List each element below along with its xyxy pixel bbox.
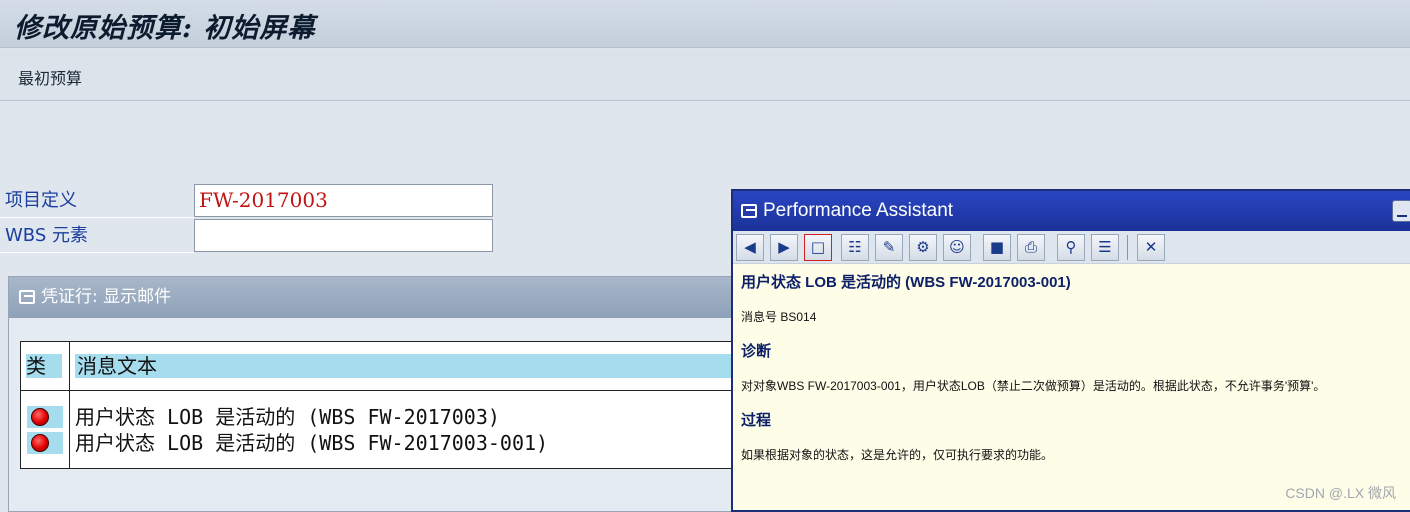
project-definition-label: 项目定义 <box>0 184 194 218</box>
original-budget-button[interactable]: 最初预算 <box>18 65 82 89</box>
window-icon <box>741 204 757 218</box>
project-definition-input[interactable]: FW-2017003 <box>194 184 493 217</box>
assistant-title: Performance Assistant <box>763 200 954 221</box>
back-arrow-icon[interactable]: ◀ <box>736 234 764 261</box>
toolbar-separator <box>1127 235 1128 260</box>
table-header: 类 消息文本 <box>21 354 740 378</box>
diagnosis-text: 对对象WBS FW-2017003-001，用户状态LOB（禁止二次做预算）是活… <box>741 379 1326 393</box>
close-icon[interactable]: ✕ <box>1137 234 1165 261</box>
watermark: CSDN @.LX 微风 <box>1285 485 1396 501</box>
tree-icon[interactable]: ☷ <box>841 234 869 261</box>
edit-icon[interactable]: ✎ <box>875 234 903 261</box>
column-header-message[interactable]: 消息文本 <box>75 354 740 378</box>
message-log-panel: 凭证行: 显示邮件 类 消息文本 用户状态 LOB 是活动的 (WBS FW-2… <box>8 276 740 512</box>
message-text: 用户状态 LOB 是活动的 (WBS FW-2017003) <box>75 405 500 429</box>
message-table: 类 消息文本 用户状态 LOB 是活动的 (WBS FW-2017003) 用户… <box>20 341 740 469</box>
table-row[interactable]: 用户状态 LOB 是活动的 (WBS FW-2017003-001) <box>21 431 740 455</box>
page-title: 修改原始预算: 初始屏幕 <box>14 13 316 44</box>
technical-info-icon[interactable]: ⚙ <box>909 234 937 261</box>
log-panel-title-bar: 凭证行: 显示邮件 <box>9 277 737 318</box>
book-icon[interactable]: □ <box>804 234 832 261</box>
minimize-button[interactable] <box>1392 200 1410 222</box>
title-bar: 修改原始预算: 初始屏幕 <box>0 0 1410 48</box>
table-row[interactable]: 用户状态 LOB 是活动的 (WBS FW-2017003) <box>21 405 740 429</box>
print-icon[interactable]: ⎙ <box>1017 234 1045 261</box>
row-status-cell <box>27 432 63 454</box>
red-light-icon <box>31 408 49 426</box>
assistant-toolbar: ◀ ▶ □ ☷ ✎ ⚙ ☺ ■ ⎙ ⚲ ☰ ✕ <box>733 231 1410 264</box>
assistant-content: 用户状态 LOB 是活动的 (WBS FW-2017003-001) 消息号 B… <box>741 267 1401 478</box>
red-light-icon <box>31 434 49 452</box>
performance-assistant-window: Performance Assistant ◀ ▶ □ ☷ ✎ ⚙ ☺ ■ ⎙ … <box>731 189 1410 512</box>
search-icon[interactable]: ⚲ <box>1057 234 1085 261</box>
header-separator <box>21 390 740 391</box>
assistant-title-bar[interactable]: Performance Assistant <box>733 191 1410 231</box>
message-heading: 用户状态 LOB 是活动的 (WBS FW-2017003-001) <box>741 274 1071 291</box>
diagnosis-title: 诊断 <box>741 343 772 360</box>
person-icon[interactable]: ☺ <box>943 234 971 261</box>
wbs-element-input[interactable] <box>194 219 493 252</box>
row-status-cell <box>27 406 63 428</box>
column-header-type[interactable]: 类 <box>26 354 62 378</box>
window-icon <box>19 290 35 304</box>
procedure-title: 过程 <box>741 412 772 429</box>
message-text: 用户状态 LOB 是活动的 (WBS FW-2017003-001) <box>75 431 549 455</box>
bookmark-icon[interactable]: ■ <box>983 234 1011 261</box>
wbs-element-label: WBS 元素 <box>0 219 194 253</box>
log-panel-title: 凭证行: 显示邮件 <box>41 287 172 307</box>
procedure-text: 如果根据对象的状态，这是允许的，仅可执行要求的功能。 <box>741 448 1054 462</box>
message-number: 消息号 BS014 <box>741 310 817 324</box>
notes-icon[interactable]: ☰ <box>1091 234 1119 261</box>
application-toolbar: 最初预算 <box>0 49 1410 101</box>
forward-arrow-icon[interactable]: ▶ <box>770 234 798 261</box>
